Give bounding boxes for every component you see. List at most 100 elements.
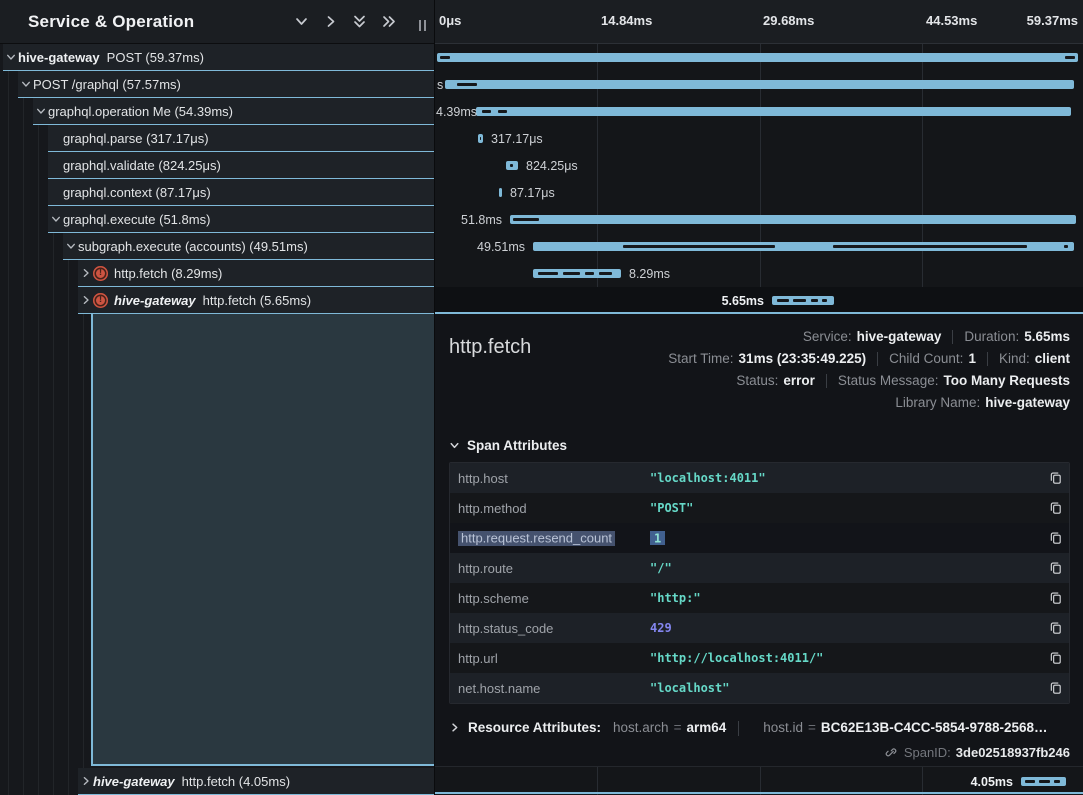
tree-panel-header: Service & Operation [0, 0, 434, 44]
span-duration-bar[interactable] [478, 134, 483, 143]
span-details-panel: http.fetch Service:hive-gatewayDuration:… [435, 314, 1083, 766]
span-operation-label: http.fetch (4.05ms) [182, 774, 290, 789]
chevron-down-icon[interactable] [51, 214, 61, 224]
chevron-right-icon[interactable] [81, 268, 91, 278]
span-tree-row[interactable]: POST /graphql (57.57ms) [18, 71, 434, 98]
chevron-right-icon[interactable] [81, 776, 91, 786]
double-chevron-down-icon[interactable] [352, 14, 367, 29]
copy-icon [1049, 621, 1063, 635]
span-tree-row[interactable]: graphql.validate (824.25μs) [48, 152, 434, 179]
meta-value: client [1035, 350, 1070, 368]
chevron-down-icon[interactable] [66, 241, 76, 251]
child-span-marker [1039, 780, 1050, 783]
span-tree-row[interactable]: graphql.operation Me (54.39ms) [33, 98, 434, 125]
copy-value-button[interactable] [1043, 651, 1069, 665]
copy-value-button[interactable] [1043, 501, 1069, 515]
meta-label: Library Name: [895, 394, 980, 412]
span-duration-bar[interactable] [772, 296, 834, 305]
meta-value: error [783, 372, 815, 390]
span-duration-label: 4.39ms [436, 105, 477, 119]
copy-icon [1049, 651, 1063, 665]
span-operation-label: POST /graphql (57.57ms) [33, 77, 181, 92]
attribute-value: "localhost" [650, 681, 1043, 695]
timeline-row: 317.17μs [435, 125, 1083, 152]
span-meta: Service:hive-gatewayDuration:5.65msStart… [668, 328, 1070, 412]
timeline-row: s [435, 71, 1083, 98]
copy-value-button[interactable] [1043, 471, 1069, 485]
span-duration-bar[interactable] [510, 215, 1076, 224]
span-duration-label: 317.17μs [491, 132, 543, 146]
double-chevron-right-icon[interactable] [381, 14, 396, 29]
attribute-row: http.method"POST" [450, 493, 1069, 523]
span-operation-label: http.fetch (5.65ms) [203, 293, 311, 308]
meta-value: hive-gateway [985, 394, 1070, 412]
copy-value-button[interactable] [1043, 621, 1069, 635]
timeline-ruler: 0μs14.84ms29.68ms44.53ms59.37ms [435, 0, 1083, 44]
ruler-tick: 44.53ms [926, 13, 977, 28]
error-icon: ! [93, 266, 108, 281]
span-operation-label: graphql.validate (824.25μs) [63, 158, 221, 173]
meta-label: Start Time: [668, 350, 733, 368]
resource-attribute-key: host.id [763, 720, 803, 735]
span-duration-bar[interactable] [1021, 777, 1066, 786]
timeline-row: 4.39ms [435, 98, 1083, 125]
span-tree-panel: hive-gatewayPOST (59.37ms) POST /graphql … [0, 0, 434, 795]
timeline-row: 824.25μs [435, 152, 1083, 179]
span-duration-bar[interactable] [533, 242, 1074, 251]
timeline-panel: 0μs14.84ms29.68ms44.53ms59.37ms s 4.39ms 3… [434, 0, 1083, 795]
panel-resize-handle[interactable] [419, 20, 426, 31]
copy-value-button[interactable] [1043, 531, 1069, 545]
span-tree-row[interactable]: hive-gateway http.fetch (4.05ms) [78, 768, 434, 795]
span-operation-label: graphql.parse (317.17μs) [63, 131, 209, 146]
copy-value-button[interactable] [1043, 591, 1069, 605]
attribute-row: http.request.resend_count1 [450, 523, 1069, 553]
chevron-down-icon[interactable] [36, 106, 46, 116]
link-icon[interactable] [884, 745, 898, 759]
span-duration-bar[interactable] [499, 188, 502, 197]
chevron-down-icon[interactable] [294, 14, 309, 29]
span-duration-label: 824.25μs [526, 159, 578, 173]
timeline-row: 87.17μs [435, 179, 1083, 206]
copy-value-button[interactable] [1043, 681, 1069, 695]
copy-icon [1049, 471, 1063, 485]
span-service-name: hive-gateway [93, 774, 175, 789]
resource-attribute-value: arm64 [686, 720, 726, 735]
span-duration-bar[interactable] [533, 269, 621, 278]
span-tree-row[interactable]: !http.fetch (8.29ms) [78, 260, 434, 287]
chevron-right-icon [449, 722, 460, 733]
attribute-value: "http://localhost:4011/" [650, 651, 1043, 665]
span-tree-row[interactable]: !hive-gatewayhttp.fetch (5.65ms) [78, 287, 434, 314]
span-operation-label: graphql.context (87.17μs) [63, 185, 211, 200]
copy-icon [1049, 531, 1063, 545]
child-span-marker [440, 56, 450, 59]
chevron-down-icon[interactable] [21, 79, 31, 89]
child-span-marker [513, 218, 539, 221]
span-tree-row[interactable]: subgraph.execute (accounts) (49.51ms) [63, 233, 434, 260]
child-span-marker [1025, 780, 1035, 783]
span-attributes-header[interactable]: Span Attributes [449, 438, 1070, 453]
span-tree-row[interactable]: graphql.execute (51.8ms) [48, 206, 434, 233]
span-duration-label: 8.29ms [629, 267, 670, 281]
span-duration-bar[interactable] [476, 107, 1071, 116]
ruler-tick: 14.84ms [601, 13, 652, 28]
span-tree-row[interactable]: hive-gatewayPOST (59.37ms) [3, 44, 434, 71]
timeline-row-selected: 5.65ms [435, 287, 1083, 314]
copy-icon [1049, 591, 1063, 605]
chevron-right-icon[interactable] [323, 14, 338, 29]
span-tree-row[interactable]: graphql.parse (317.17μs) [48, 125, 434, 152]
span-duration-bar[interactable] [437, 53, 1078, 62]
attribute-row: http.route"/" [450, 553, 1069, 583]
attribute-key: net.host.name [450, 681, 650, 696]
span-duration-label: 87.17μs [510, 186, 555, 200]
copy-value-button[interactable] [1043, 561, 1069, 575]
resource-attributes-row[interactable]: Resource Attributes: host.arch=arm64host… [449, 720, 1070, 736]
copy-icon [1049, 561, 1063, 575]
span-tree-row[interactable]: graphql.context (87.17μs) [48, 179, 434, 206]
span-duration-label: 4.05ms [971, 775, 1013, 789]
child-span-marker [498, 110, 507, 113]
span-duration-bar[interactable] [445, 80, 1074, 89]
span-duration-bar[interactable] [506, 161, 518, 170]
span-operation-label: graphql.execute (51.8ms) [63, 212, 210, 227]
chevron-down-icon[interactable] [6, 52, 16, 62]
chevron-right-icon[interactable] [81, 295, 91, 305]
